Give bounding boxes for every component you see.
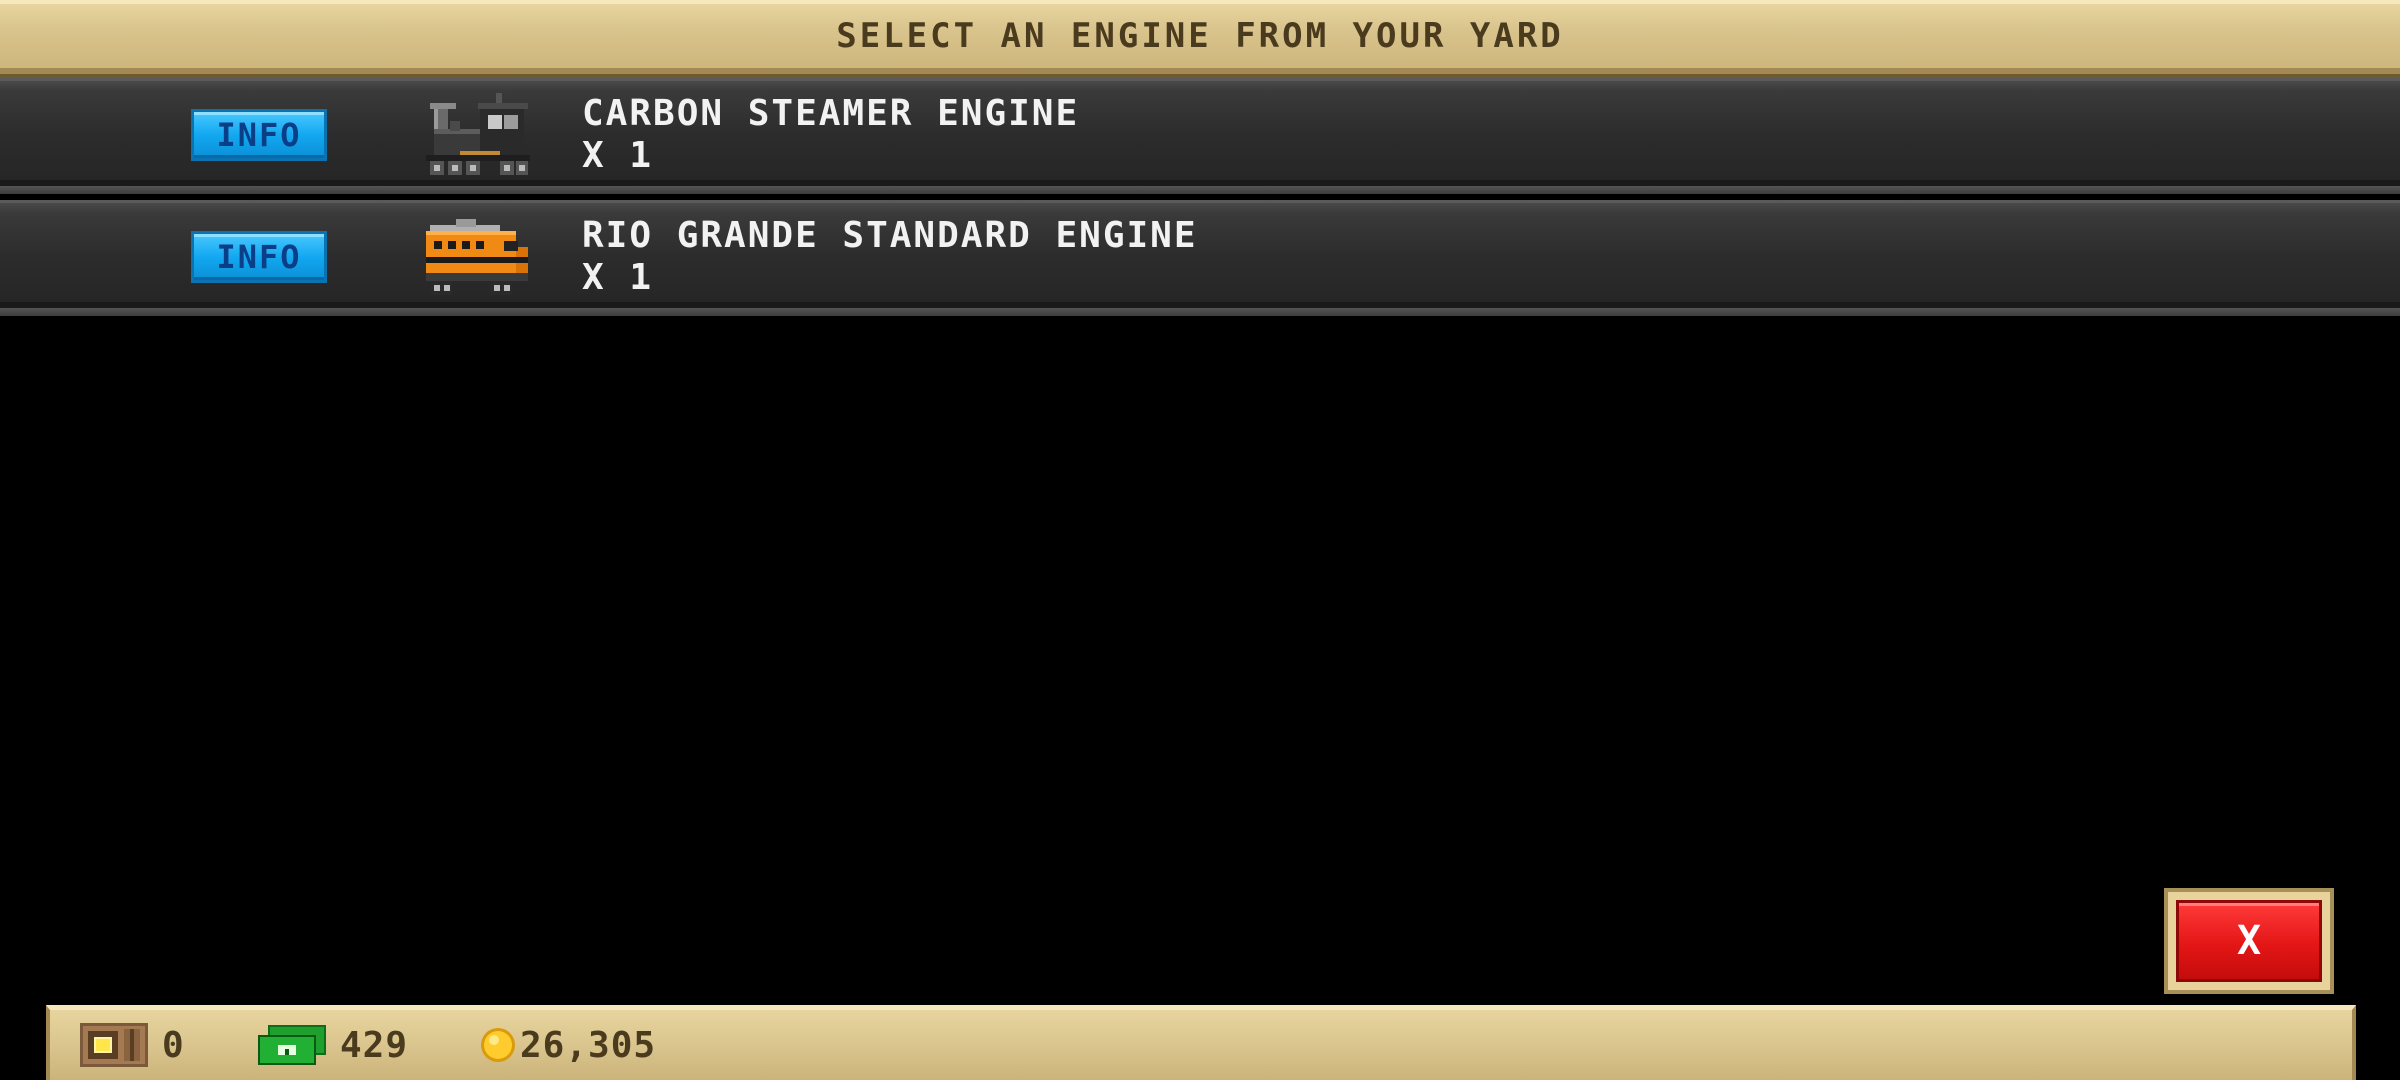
close-icon: X xyxy=(2176,900,2322,982)
coins-value: 26,305 xyxy=(520,1024,657,1066)
close-button[interactable]: X xyxy=(2164,888,2334,994)
resource-crates: 0 xyxy=(80,1010,185,1080)
resource-bar: 0 429 26,305 xyxy=(46,1005,2356,1080)
page-title: SELECT AN ENGINE FROM YOUR YARD xyxy=(836,16,1564,56)
engine-row-rio-grande[interactable]: INFO RIO GRANDE STANDARD ENGINE X 1 xyxy=(0,200,2400,316)
engine-list: INFO CARBON STEAMER ENGINE X 1 INFO RIO … xyxy=(0,78,2400,322)
cash-value: 429 xyxy=(340,1024,409,1066)
steam-locomotive-icon xyxy=(426,93,530,175)
engine-name: CARBON STEAMER ENGINE xyxy=(582,93,1080,134)
crates-value: 0 xyxy=(162,1024,185,1066)
coin-icon xyxy=(481,1028,515,1062)
cash-icon xyxy=(258,1025,326,1065)
info-button[interactable]: INFO xyxy=(191,109,327,161)
engine-select-screen: SELECT AN ENGINE FROM YOUR YARD INFO CAR… xyxy=(0,0,2400,1080)
engine-row-carbon-steamer[interactable]: INFO CARBON STEAMER ENGINE X 1 xyxy=(0,78,2400,194)
crate-icon xyxy=(80,1023,148,1067)
engine-count: X 1 xyxy=(582,135,654,176)
info-button[interactable]: INFO xyxy=(191,231,327,283)
diesel-locomotive-icon xyxy=(426,219,528,295)
engine-count: X 1 xyxy=(582,257,654,298)
resource-coins: 26,305 xyxy=(480,1010,656,1080)
title-banner: SELECT AN ENGINE FROM YOUR YARD xyxy=(0,0,2400,78)
engine-name: RIO GRANDE STANDARD ENGINE xyxy=(582,215,1198,256)
resource-cash: 429 xyxy=(258,1010,408,1080)
